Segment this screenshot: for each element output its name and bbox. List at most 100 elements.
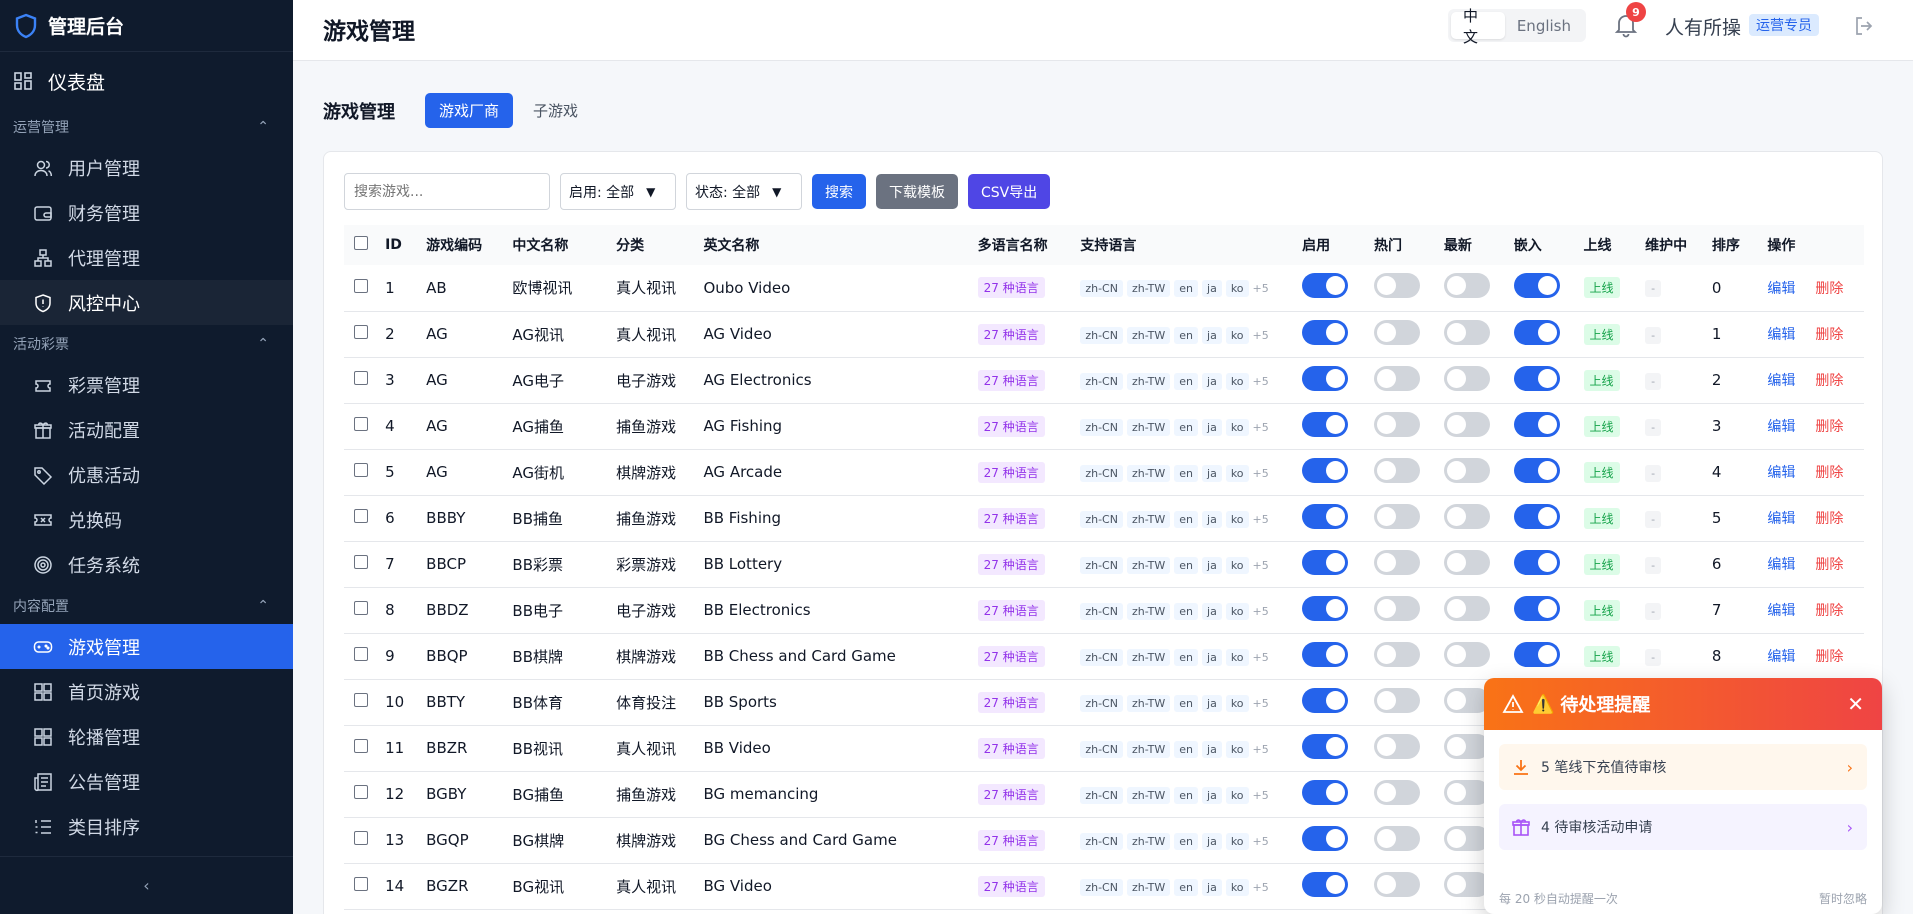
lang-count-badge[interactable]: 27 种语言 bbox=[977, 599, 1045, 621]
enabled-toggle[interactable] bbox=[1302, 595, 1349, 621]
enabled-toggle[interactable] bbox=[1302, 549, 1349, 575]
lang-count-badge[interactable]: 27 种语言 bbox=[977, 645, 1045, 667]
new-toggle[interactable] bbox=[1443, 733, 1490, 759]
delete-link[interactable]: 删除 bbox=[1815, 511, 1843, 527]
enabled-filter-select[interactable]: 启用: 全部 ▼ bbox=[560, 173, 676, 210]
row-checkbox[interactable] bbox=[354, 278, 368, 293]
lang-count-badge[interactable]: 27 种语言 bbox=[977, 323, 1045, 345]
embed-toggle[interactable] bbox=[1513, 319, 1560, 345]
new-toggle[interactable] bbox=[1443, 549, 1490, 575]
enabled-toggle[interactable] bbox=[1302, 871, 1349, 897]
row-checkbox[interactable] bbox=[354, 831, 368, 845]
lang-count-badge[interactable]: 27 种语言 bbox=[977, 829, 1045, 851]
lang-count-badge[interactable]: 27 种语言 bbox=[977, 691, 1045, 713]
lang-count-badge[interactable]: 27 种语言 bbox=[977, 507, 1045, 529]
lang-count-badge[interactable]: 27 种语言 bbox=[977, 277, 1045, 299]
row-checkbox[interactable] bbox=[354, 877, 368, 891]
search-button[interactable]: 搜索 bbox=[812, 174, 866, 209]
user-name[interactable]: 人有所操 bbox=[1665, 13, 1741, 40]
sidebar-item-users[interactable]: 用户管理 bbox=[0, 145, 293, 190]
status-filter-select[interactable]: 状态: 全部 ▼ bbox=[686, 173, 802, 210]
enabled-toggle[interactable] bbox=[1302, 687, 1349, 713]
nav-group-content[interactable]: 内容配置 ⌃ bbox=[0, 587, 293, 624]
hot-toggle[interactable] bbox=[1374, 319, 1421, 345]
delete-link[interactable]: 删除 bbox=[1815, 327, 1843, 343]
embed-toggle[interactable] bbox=[1513, 549, 1560, 575]
delete-link[interactable]: 删除 bbox=[1815, 281, 1843, 297]
lang-count-badge[interactable]: 27 种语言 bbox=[977, 369, 1045, 391]
nav-group-lottery[interactable]: 活动彩票 ⌃ bbox=[0, 325, 293, 362]
new-toggle[interactable] bbox=[1443, 871, 1490, 897]
download-template-button[interactable]: 下载模板 bbox=[876, 174, 958, 209]
row-checkbox[interactable] bbox=[354, 417, 368, 431]
embed-toggle[interactable] bbox=[1513, 641, 1560, 667]
edit-link[interactable]: 编辑 bbox=[1767, 649, 1795, 665]
dismiss-link[interactable]: 暂时忽略 bbox=[1819, 890, 1867, 907]
row-checkbox[interactable] bbox=[354, 555, 368, 569]
enabled-toggle[interactable] bbox=[1302, 733, 1349, 759]
select-all-checkbox[interactable] bbox=[354, 236, 368, 250]
new-toggle[interactable] bbox=[1443, 319, 1490, 345]
hot-toggle[interactable] bbox=[1374, 457, 1421, 483]
hot-toggle[interactable] bbox=[1374, 549, 1421, 575]
delete-link[interactable]: 删除 bbox=[1815, 465, 1843, 481]
new-toggle[interactable] bbox=[1443, 411, 1490, 437]
row-checkbox[interactable] bbox=[354, 463, 368, 477]
new-toggle[interactable] bbox=[1443, 641, 1490, 667]
new-toggle[interactable] bbox=[1443, 595, 1490, 621]
new-toggle[interactable] bbox=[1443, 779, 1490, 805]
hot-toggle[interactable] bbox=[1374, 641, 1421, 667]
edit-link[interactable]: 编辑 bbox=[1767, 419, 1795, 435]
hot-toggle[interactable] bbox=[1374, 411, 1421, 437]
tab-subgames[interactable]: 子游戏 bbox=[519, 93, 592, 128]
sidebar-item-agents[interactable]: 代理管理 bbox=[0, 235, 293, 280]
new-toggle[interactable] bbox=[1443, 503, 1490, 529]
search-input[interactable] bbox=[344, 173, 550, 210]
embed-toggle[interactable] bbox=[1513, 457, 1560, 483]
enabled-toggle[interactable] bbox=[1302, 411, 1349, 437]
nav-group-operations[interactable]: 运营管理 ⌃ bbox=[0, 108, 293, 145]
new-toggle[interactable] bbox=[1443, 365, 1490, 391]
hot-toggle[interactable] bbox=[1374, 503, 1421, 529]
row-checkbox[interactable] bbox=[354, 601, 368, 615]
sidebar-item-activity-config[interactable]: 活动配置 bbox=[0, 407, 293, 452]
hot-toggle[interactable] bbox=[1374, 733, 1421, 759]
new-toggle[interactable] bbox=[1443, 687, 1490, 713]
hot-toggle[interactable] bbox=[1374, 687, 1421, 713]
embed-toggle[interactable] bbox=[1513, 273, 1560, 299]
delete-link[interactable]: 删除 bbox=[1815, 603, 1843, 619]
pending-activity-item[interactable]: 4 待审核活动申请 › bbox=[1499, 804, 1867, 850]
embed-toggle[interactable] bbox=[1513, 365, 1560, 391]
sidebar-item-finance[interactable]: 财务管理 bbox=[0, 190, 293, 235]
lang-count-badge[interactable]: 27 种语言 bbox=[977, 415, 1045, 437]
enabled-toggle[interactable] bbox=[1302, 641, 1349, 667]
embed-toggle[interactable] bbox=[1513, 411, 1560, 437]
sidebar-item-category-sort[interactable]: 类目排序 bbox=[0, 804, 293, 849]
new-toggle[interactable] bbox=[1443, 273, 1490, 299]
hot-toggle[interactable] bbox=[1374, 365, 1421, 391]
edit-link[interactable]: 编辑 bbox=[1767, 327, 1795, 343]
new-toggle[interactable] bbox=[1443, 457, 1490, 483]
delete-link[interactable]: 删除 bbox=[1815, 649, 1843, 665]
lang-en-button[interactable]: English bbox=[1505, 12, 1583, 39]
csv-export-button[interactable]: CSV导出 bbox=[968, 174, 1051, 209]
lang-count-badge[interactable]: 27 种语言 bbox=[977, 783, 1045, 805]
lang-zh-button[interactable]: 中文 bbox=[1451, 7, 1505, 46]
edit-link[interactable]: 编辑 bbox=[1767, 511, 1795, 527]
sidebar-item-redeem-code[interactable]: 兑换码 bbox=[0, 497, 293, 542]
enabled-toggle[interactable] bbox=[1302, 273, 1349, 299]
sidebar-item-carousel[interactable]: 轮播管理 bbox=[0, 714, 293, 759]
sidebar-item-games[interactable]: 游戏管理 bbox=[0, 624, 293, 669]
edit-link[interactable]: 编辑 bbox=[1767, 465, 1795, 481]
row-checkbox[interactable] bbox=[354, 785, 368, 799]
embed-toggle[interactable] bbox=[1513, 595, 1560, 621]
enabled-toggle[interactable] bbox=[1302, 779, 1349, 805]
hot-toggle[interactable] bbox=[1374, 273, 1421, 299]
edit-link[interactable]: 编辑 bbox=[1767, 603, 1795, 619]
sidebar-item-announcements[interactable]: 公告管理 bbox=[0, 759, 293, 804]
sidebar-item-home-games[interactable]: 首页游戏 bbox=[0, 669, 293, 714]
sidebar-item-lottery[interactable]: 彩票管理 bbox=[0, 362, 293, 407]
sidebar-item-dashboard[interactable]: 仪表盘 bbox=[0, 56, 293, 106]
delete-link[interactable]: 删除 bbox=[1815, 373, 1843, 389]
lang-count-badge[interactable]: 27 种语言 bbox=[977, 553, 1045, 575]
